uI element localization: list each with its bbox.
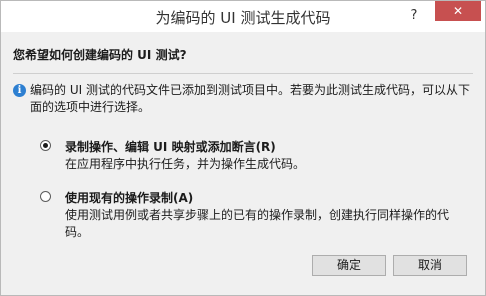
dialog-window: 为编码的 UI 测试生成代码 ? ✕ 您希望如何创建编码的 UI 测试? i 编…: [0, 0, 486, 296]
close-icon: ✕: [452, 4, 464, 18]
use-existing-recording-description: 使用测试用例或者共享步骤上的已有的操作录制，创建执行同样操作的代码。: [65, 208, 450, 239]
close-button[interactable]: ✕: [435, 1, 481, 21]
cancel-button[interactable]: 取消: [393, 255, 467, 276]
title-bar: 为编码的 UI 测试生成代码 ? ✕: [1, 1, 485, 32]
record-actions-label[interactable]: 录制操作、编辑 UI 映射或添加断言(R): [65, 138, 276, 155]
question-heading: 您希望如何创建编码的 UI 测试?: [13, 48, 187, 62]
ok-button[interactable]: 确定: [312, 255, 386, 276]
info-icon: i: [13, 84, 26, 97]
info-text: 编码的 UI 测试的代码文件已添加到测试项目中。若要为此测试生成代码，可以从下面…: [30, 83, 470, 114]
record-actions-radio[interactable]: [40, 140, 51, 151]
divider: [13, 73, 473, 74]
help-button[interactable]: ?: [407, 6, 421, 26]
record-actions-description: 在应用程序中执行任务，并为操作生成代码。: [65, 157, 306, 171]
radio-selected-dot: [43, 143, 48, 148]
use-existing-recording-radio[interactable]: [40, 191, 51, 202]
use-existing-recording-label[interactable]: 使用现有的操作录制(A): [65, 189, 193, 206]
